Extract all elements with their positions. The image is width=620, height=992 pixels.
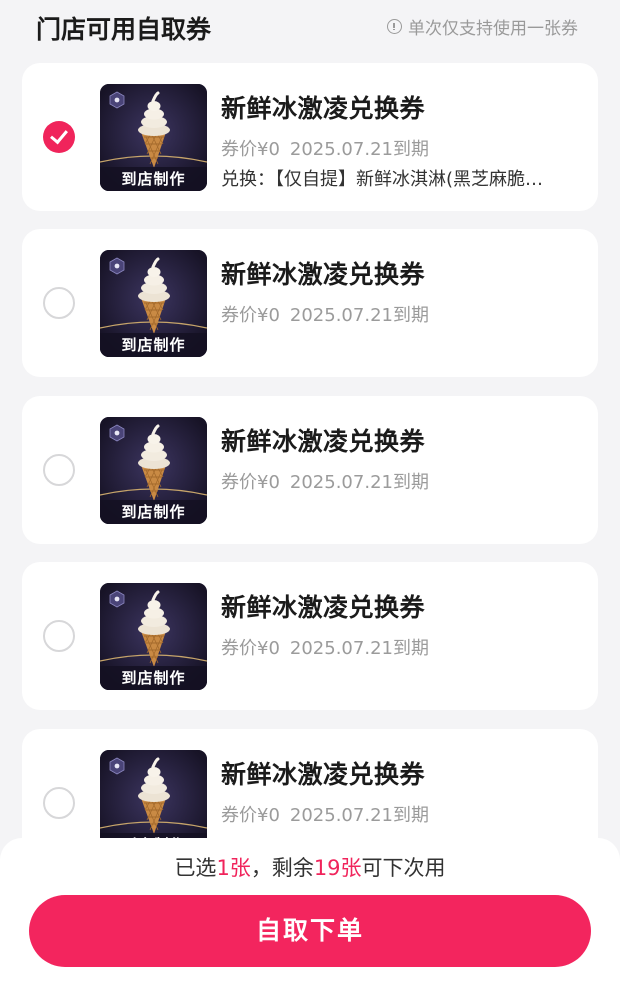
coupon-title: 新鲜冰激凌兑换券 (221, 593, 426, 622)
coupon-card[interactable]: 到店制作 新鲜冰激凌兑换券 券价¥0 2025.07.21到期 (22, 396, 598, 544)
coupon-card[interactable]: 到店制作 新鲜冰激凌兑换券 券价¥0 2025.07.21到期 兑换：【仅自提】新… (22, 63, 598, 211)
coupon-card[interactable]: 到店制作 新鲜冰激凌兑换券 券价¥0 2025.07.21到期 (22, 229, 598, 377)
unselected-radio[interactable] (43, 620, 75, 652)
selection-summary: 已选1张，剩余19张可下次用 (0, 852, 620, 882)
info-icon (387, 19, 402, 34)
coupon-expiry: 2025.07.21到期 (289, 139, 429, 160)
pickup-order-button[interactable]: 自取下单 (29, 895, 591, 967)
coupon-price: 券价¥0 (221, 472, 280, 493)
coupon-image: 到店制作 (100, 84, 207, 191)
in-store-badge: 到店制作 (100, 666, 207, 690)
coupon-selection-page: 门店可用自取券 单次仅支持使用一张券 到店制作 新鲜冰激凌兑换券 券价¥0 20… (0, 0, 620, 992)
coupon-title: 新鲜冰激凌兑换券 (221, 94, 426, 123)
coupon-meta: 券价¥0 2025.07.21到期 (221, 301, 429, 327)
coupon-price: 券价¥0 (221, 139, 280, 160)
summary-prefix: 已选 (174, 856, 217, 880)
checkout-footer: 已选1张，剩余19张可下次用 自取下单 (0, 838, 620, 992)
coupon-expiry: 2025.07.21到期 (289, 638, 429, 659)
coupon-expiry: 2025.07.21到期 (289, 305, 429, 326)
summary-suffix: 可下次用 (361, 856, 446, 880)
coupon-meta: 券价¥0 2025.07.21到期 (221, 135, 429, 161)
usage-note-text: 单次仅支持使用一张券 (408, 19, 578, 39)
unselected-radio[interactable] (43, 287, 75, 319)
unselected-radio[interactable] (43, 787, 75, 819)
coupon-expiry: 2025.07.21到期 (289, 472, 429, 493)
in-store-badge: 到店制作 (100, 500, 207, 524)
header: 门店可用自取券 单次仅支持使用一张券 (0, 0, 620, 54)
in-store-badge: 到店制作 (100, 167, 207, 191)
selected-radio[interactable] (43, 121, 75, 153)
coupon-title: 新鲜冰激凌兑换券 (221, 427, 426, 456)
summary-middle: ，剩余 (250, 856, 314, 880)
coupon-description: 兑换：【仅自提】新鲜冰淇淋(黑芝麻脆… (221, 169, 544, 190)
coupon-price: 券价¥0 (221, 305, 280, 326)
coupon-expiry: 2025.07.21到期 (289, 805, 429, 826)
coupon-meta: 券价¥0 2025.07.21到期 (221, 801, 429, 827)
coupon-price: 券价¥0 (221, 805, 280, 826)
coupon-image: 到店制作 (100, 583, 207, 690)
page-title: 门店可用自取券 (36, 15, 212, 44)
in-store-badge: 到店制作 (100, 333, 207, 357)
unselected-radio[interactable] (43, 454, 75, 486)
coupon-meta: 券价¥0 2025.07.21到期 (221, 468, 429, 494)
coupon-title: 新鲜冰激凌兑换券 (221, 760, 426, 789)
selected-count: 1张 (216, 856, 251, 880)
coupon-price: 券价¥0 (221, 638, 280, 659)
usage-note: 单次仅支持使用一张券 (387, 14, 578, 39)
coupon-meta: 券价¥0 2025.07.21到期 (221, 634, 429, 660)
remaining-count: 19张 (313, 856, 362, 880)
coupon-title: 新鲜冰激凌兑换券 (221, 260, 426, 289)
coupon-image: 到店制作 (100, 250, 207, 357)
coupon-card[interactable]: 到店制作 新鲜冰激凌兑换券 券价¥0 2025.07.21到期 (22, 562, 598, 710)
coupon-image: 到店制作 (100, 417, 207, 524)
